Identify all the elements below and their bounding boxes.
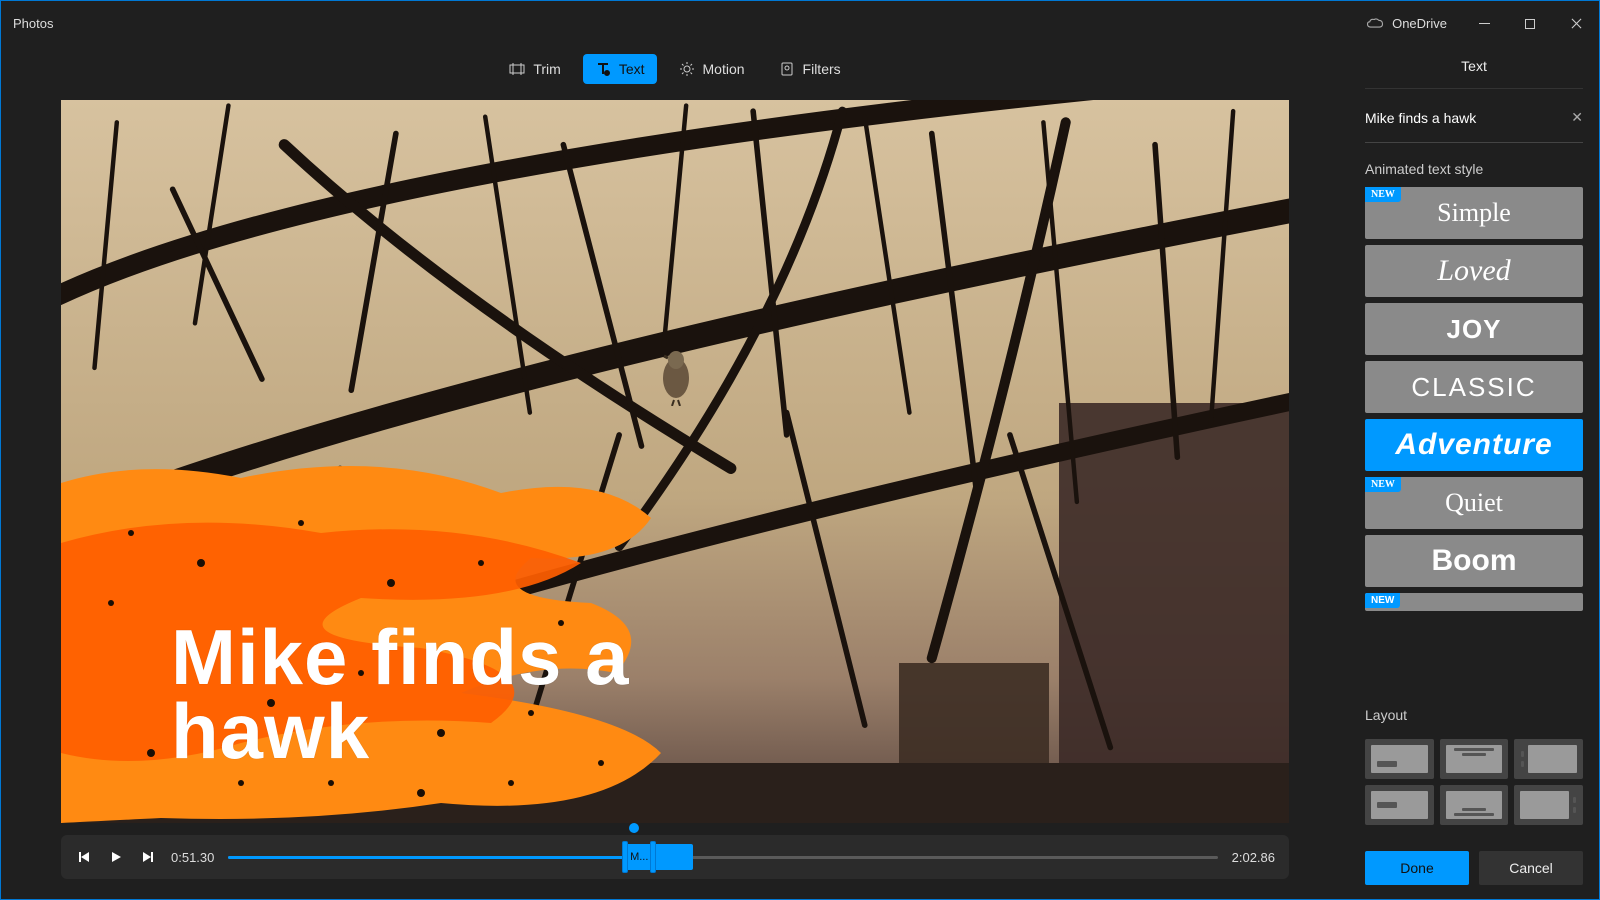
style-classic[interactable]: CLASSIC [1365, 361, 1583, 413]
text-icon [595, 61, 611, 77]
next-frame-button[interactable] [139, 848, 157, 866]
style-adventure[interactable]: Adventure [1365, 419, 1583, 471]
close-icon [1571, 18, 1582, 29]
text-label: Text [619, 61, 645, 77]
done-button[interactable]: Done [1365, 851, 1469, 885]
clear-text-button[interactable]: ✕ [1571, 109, 1583, 126]
cloud-icon [1366, 18, 1384, 30]
style-label: CLASSIC [1411, 372, 1536, 403]
layout-side-left[interactable] [1514, 739, 1583, 779]
maximize-button[interactable] [1507, 8, 1553, 40]
trim-tab[interactable]: Trim [497, 54, 572, 84]
overlay-text-input[interactable] [1365, 110, 1545, 126]
new-badge: NEW [1365, 593, 1400, 608]
side-panel-title: Text [1365, 46, 1583, 89]
total-time: 2:02.86 [1232, 850, 1275, 865]
style-loved[interactable]: Loved [1365, 245, 1583, 297]
style-label: JOY [1446, 314, 1501, 345]
overlay-text: Mike finds a hawk [171, 620, 629, 768]
onedrive-button[interactable]: OneDrive [1352, 1, 1461, 46]
span-left-handle[interactable] [622, 841, 628, 873]
minimize-button[interactable] [1461, 8, 1507, 40]
maximize-icon [1525, 19, 1535, 29]
style-label: Simple [1437, 198, 1511, 228]
side-panel: Text ✕ Animated text style NEW Simple Love… [1349, 46, 1599, 899]
span-label: M... [626, 851, 652, 863]
trim-label: Trim [533, 61, 560, 77]
onedrive-label: OneDrive [1392, 16, 1447, 31]
layout-top-center[interactable] [1440, 739, 1509, 779]
current-time: 0:51.30 [171, 850, 214, 865]
app-title: Photos [13, 16, 53, 31]
layout-grid [1365, 739, 1583, 825]
video-preview[interactable]: Mike finds a hawk [61, 100, 1289, 823]
filters-icon [779, 61, 795, 77]
titlebar: Photos OneDrive [1, 1, 1599, 46]
previous-frame-button[interactable] [75, 848, 93, 866]
hawk-in-image [650, 346, 702, 406]
layout-side-right[interactable] [1514, 785, 1583, 825]
text-span-handle[interactable]: M... [624, 844, 693, 870]
style-list[interactable]: NEW Simple Loved JOY CLASSIC Adventure NEW Quie… [1365, 187, 1583, 689]
style-label: Loved [1437, 254, 1510, 288]
layout-section-label: Layout [1365, 707, 1583, 723]
new-badge: NEW [1365, 477, 1401, 492]
style-next-cutoff[interactable]: NEW [1365, 593, 1583, 611]
motion-label: Motion [703, 61, 745, 77]
layout-center-left[interactable] [1365, 785, 1434, 825]
text-input-row: ✕ [1365, 103, 1583, 143]
text-tab[interactable]: Text [583, 54, 657, 84]
new-badge: NEW [1365, 187, 1401, 202]
play-button[interactable] [107, 848, 125, 866]
style-boom[interactable]: Boom [1365, 535, 1583, 587]
motion-tab[interactable]: Motion [667, 54, 757, 84]
playhead[interactable] [629, 823, 639, 833]
style-joy[interactable]: JOY [1365, 303, 1583, 355]
minimize-icon [1479, 23, 1490, 24]
span-right-handle[interactable] [650, 841, 656, 873]
style-section-label: Animated text style [1365, 161, 1583, 177]
editor-toolbar: Trim Text Motion Filters [1, 46, 1349, 92]
close-button[interactable] [1553, 8, 1599, 40]
trim-icon [509, 61, 525, 77]
motion-icon [679, 61, 695, 77]
style-quiet[interactable]: NEW Quiet [1365, 477, 1583, 529]
timeline-track[interactable]: M... [228, 835, 1217, 879]
style-label: Quiet [1445, 488, 1503, 518]
style-simple[interactable]: NEW Simple [1365, 187, 1583, 239]
playback-bar: 0:51.30 M... 2:02.86 [61, 835, 1289, 879]
style-label: Boom [1432, 544, 1517, 578]
filters-tab[interactable]: Filters [767, 54, 853, 84]
cancel-button[interactable]: Cancel [1479, 851, 1583, 885]
style-label: Adventure [1395, 428, 1552, 462]
filters-label: Filters [803, 61, 841, 77]
layout-bottom-left[interactable] [1365, 739, 1434, 779]
layout-bottom-center[interactable] [1440, 785, 1509, 825]
